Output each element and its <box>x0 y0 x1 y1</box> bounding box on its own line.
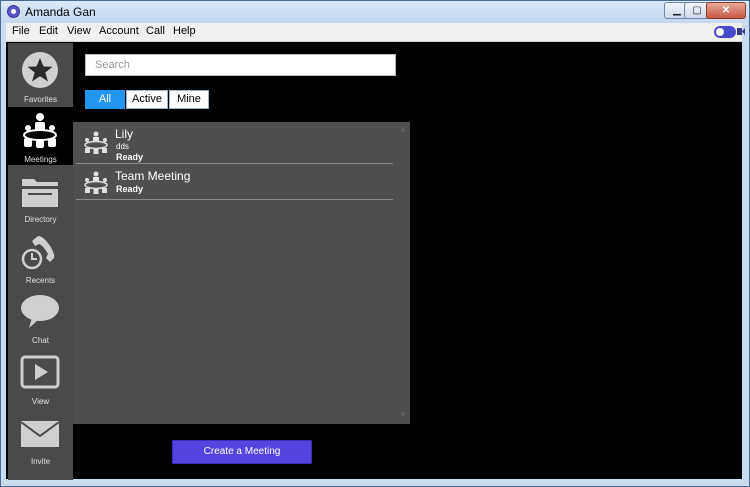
sidebar-item-favorites[interactable]: Favorites <box>8 47 73 105</box>
meeting-name: Team Meeting <box>115 169 191 183</box>
play-icon <box>20 355 60 389</box>
meeting-status: Ready <box>116 184 144 194</box>
meeting-name: Lily <box>115 127 134 141</box>
meeting-room-icon <box>84 171 108 194</box>
sidebar-item-directory[interactable]: Directory <box>8 167 73 225</box>
meeting-list-item-lily[interactable]: Lily dds Ready <box>76 122 393 164</box>
sidebar-item-label: Favorites <box>24 95 57 104</box>
scrollbar-down-arrow[interactable] <box>401 412 405 416</box>
window-title: Amanda Gan <box>25 5 96 19</box>
menu-file[interactable]: File <box>12 25 30 37</box>
meeting-description: dds <box>116 142 129 151</box>
sidebar-item-label: Meetings <box>24 155 57 164</box>
title-bar: Amanda Gan ▁ ▢ ✕ <box>1 1 749 23</box>
app-logo-icon <box>7 5 20 18</box>
search-input[interactable] <box>85 54 396 76</box>
menu-view[interactable]: View <box>67 25 91 37</box>
folder-icon <box>22 179 58 207</box>
meeting-list-item-team-meeting[interactable]: Team Meeting Ready <box>76 165 393 200</box>
chat-bubble-icon <box>21 295 59 328</box>
star-icon <box>22 52 58 88</box>
sidebar: Favorites Meetings Directory Recents Cha… <box>8 43 73 480</box>
filter-all-button[interactable]: All <box>85 90 125 109</box>
menu-account[interactable]: Account <box>99 25 139 37</box>
sidebar-item-chat[interactable]: Chat <box>8 288 73 346</box>
meeting-status: Ready <box>116 152 144 162</box>
menu-bar: File Edit View Account Call Help <box>6 23 745 42</box>
menu-help[interactable]: Help <box>173 25 196 37</box>
meeting-room-icon <box>84 131 108 154</box>
sidebar-item-label: Recents <box>25 276 56 285</box>
sidebar-item-label: Invite <box>30 457 51 466</box>
sidebar-item-recents[interactable]: Recents <box>8 228 73 286</box>
sidebar-item-invite[interactable]: Invite <box>8 409 73 467</box>
sidebar-item-meetings[interactable]: Meetings <box>8 107 73 165</box>
filter-mine-button[interactable]: Mine <box>169 90 209 109</box>
filter-active-button[interactable]: Active <box>126 90 168 109</box>
scrollbar-up-arrow[interactable] <box>401 128 405 132</box>
sidebar-item-label: View <box>31 397 50 406</box>
sidebar-item-label: Directory <box>24 215 57 224</box>
close-button[interactable]: ✕ <box>706 2 746 19</box>
envelope-icon <box>20 421 60 447</box>
sidebar-item-view[interactable]: View <box>8 349 73 407</box>
sidebar-item-label: Chat <box>32 336 49 345</box>
menu-edit[interactable]: Edit <box>39 25 58 37</box>
video-toggle[interactable] <box>714 26 736 38</box>
camera-icon <box>737 28 745 35</box>
create-meeting-button[interactable]: Create a Meeting <box>172 440 312 464</box>
meeting-list: Lily dds Ready Team Meeting Ready <box>73 122 410 424</box>
meetings-icon <box>23 113 57 148</box>
phone-clock-icon <box>21 235 55 270</box>
menu-call[interactable]: Call <box>146 25 165 37</box>
